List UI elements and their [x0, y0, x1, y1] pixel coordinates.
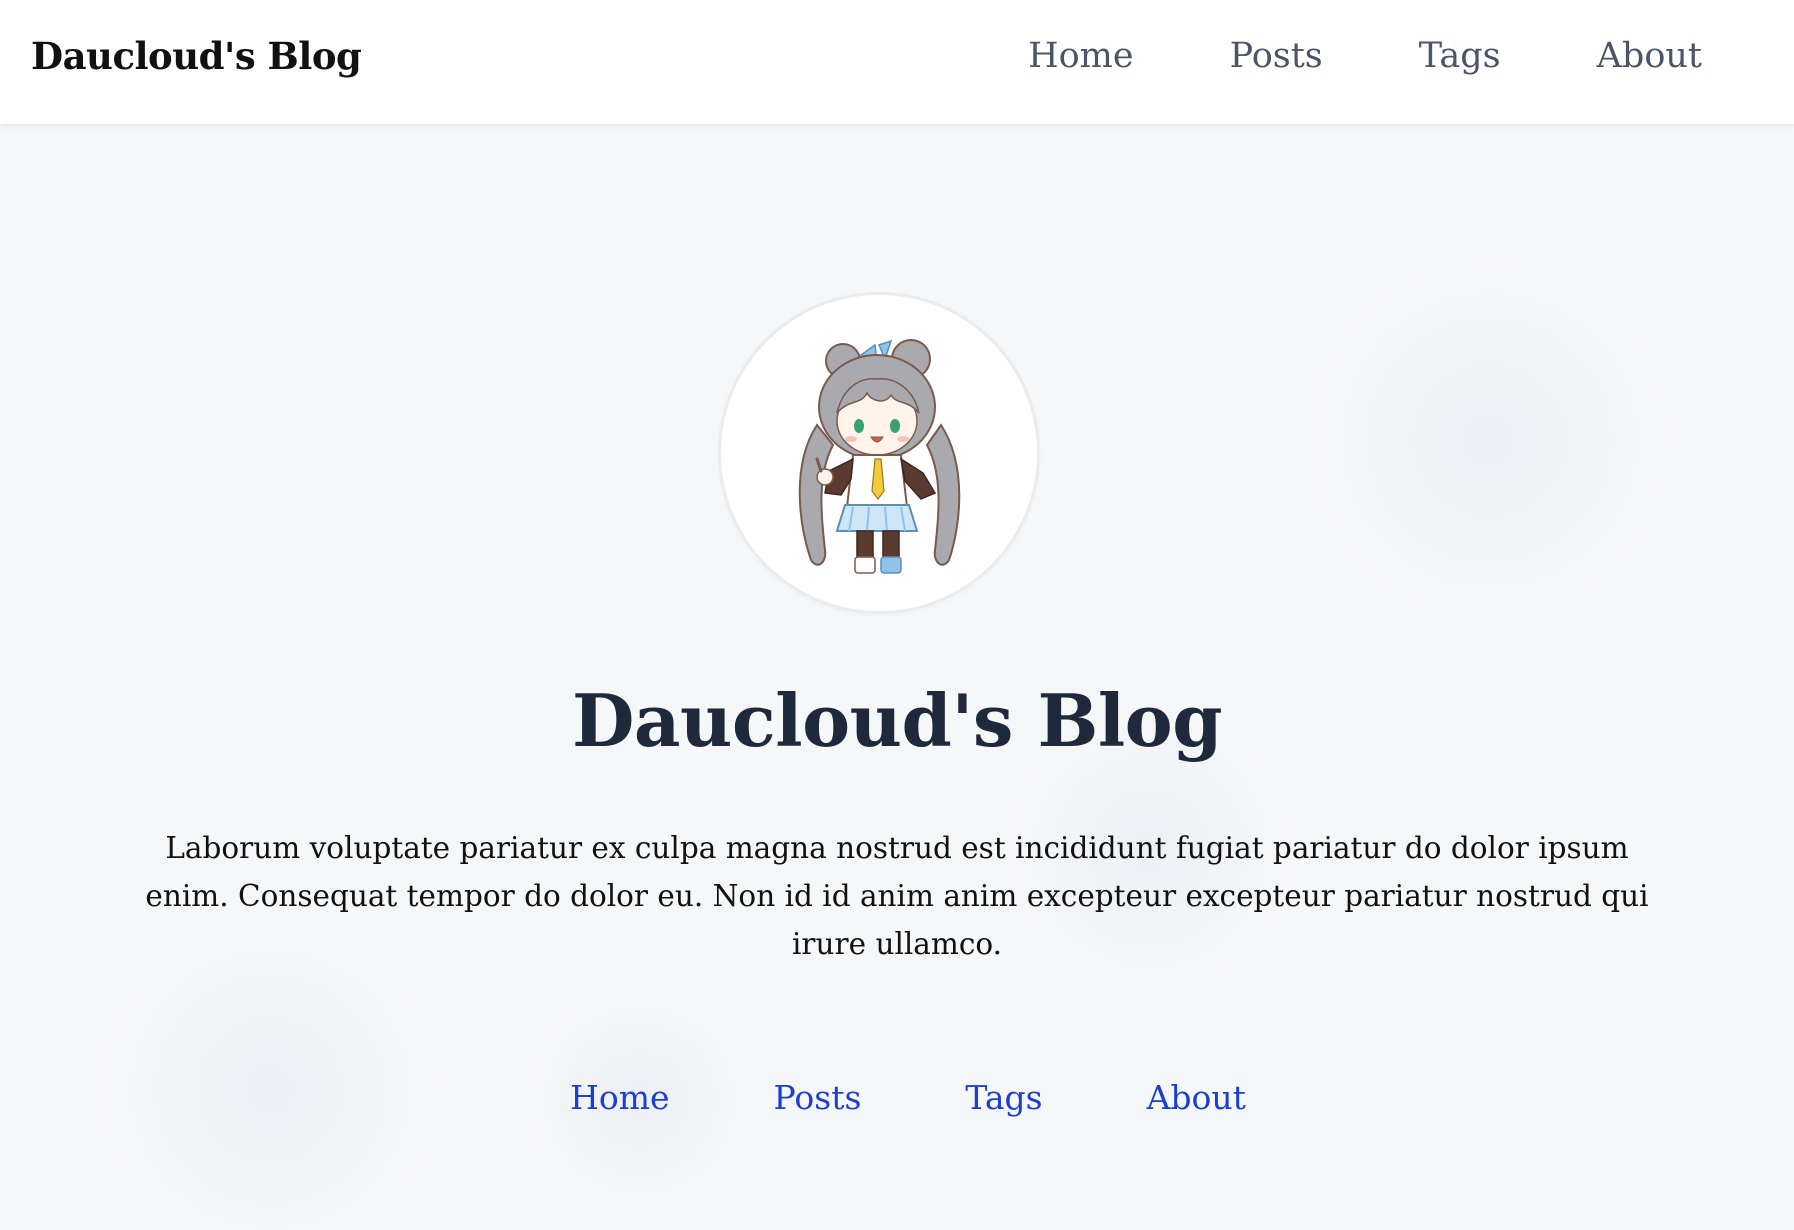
hero-nav-tags[interactable]: Tags	[965, 1078, 1042, 1117]
header-nav-about[interactable]: About	[1597, 36, 1702, 76]
header-nav: Home Posts Tags About	[1028, 0, 1702, 112]
header-nav-tags[interactable]: Tags	[1419, 36, 1501, 76]
site-brand-link[interactable]: Daucloud's Blog	[31, 0, 362, 112]
hero-title: Daucloud's Blog	[571, 678, 1223, 763]
hero-nav-about[interactable]: About	[1147, 1078, 1246, 1117]
chibi-character-avatar-icon	[798, 339, 961, 574]
hero-nav: Home Posts Tags About	[0, 1078, 1794, 1117]
header-nav-home[interactable]: Home	[1028, 36, 1134, 76]
avatar	[721, 295, 1037, 611]
hero-description: Laborum voluptate pariatur ex culpa magn…	[145, 831, 1649, 961]
header-nav-posts[interactable]: Posts	[1230, 36, 1323, 76]
site-header: Daucloud's Blog Home Posts Tags About	[0, 0, 1794, 124]
hero-nav-posts[interactable]: Posts	[774, 1078, 862, 1117]
hero-nav-home[interactable]: Home	[570, 1078, 669, 1117]
hero-section: Daucloud's Blog Laborum voluptate pariat…	[0, 124, 1794, 1230]
